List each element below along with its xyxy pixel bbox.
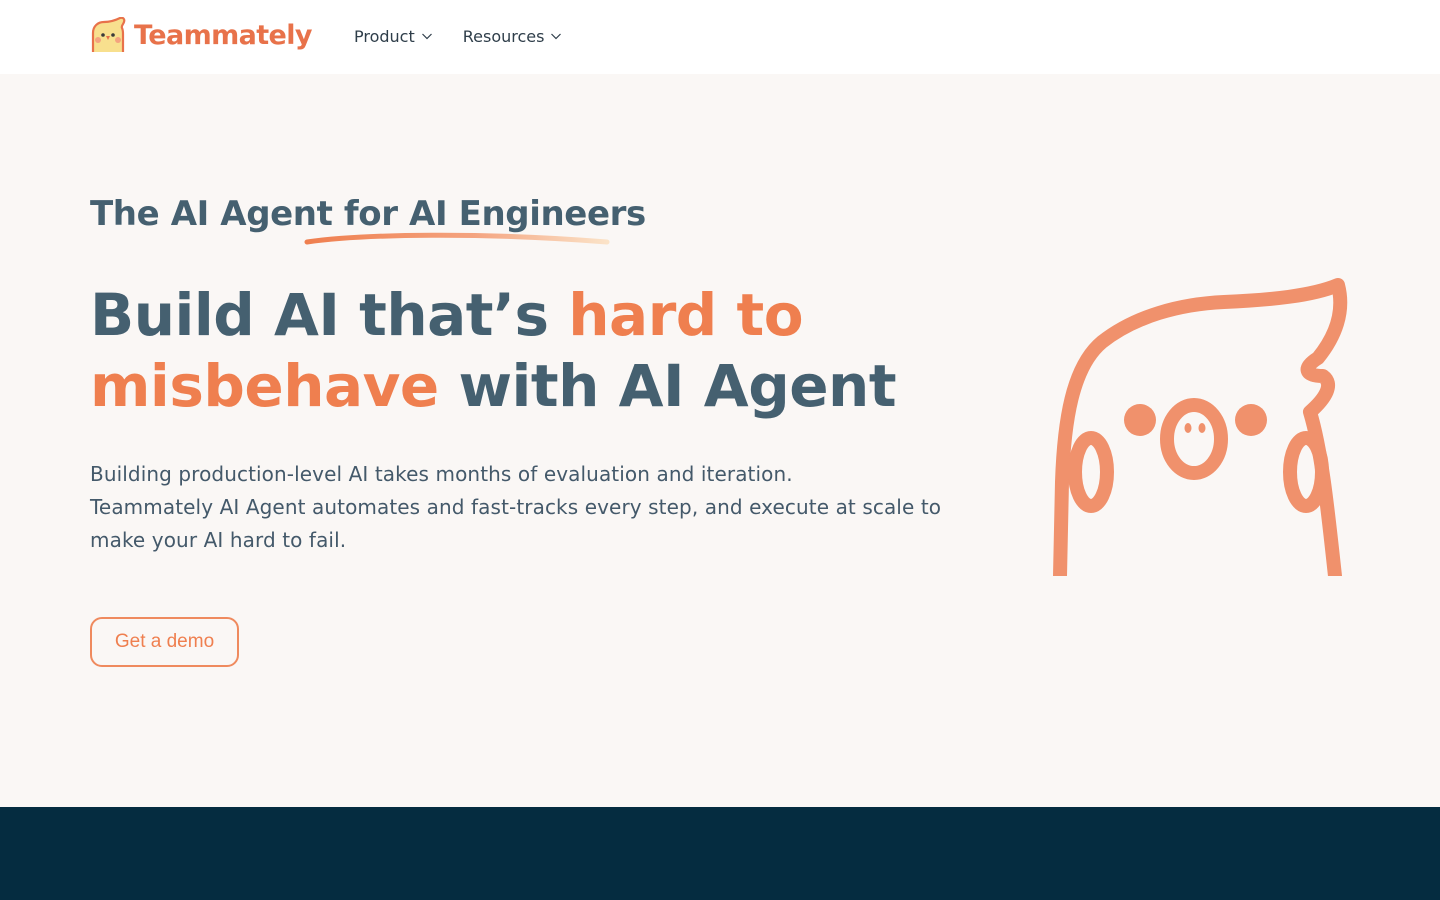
hero-title: Build AI that’s hard to misbehave with A… — [90, 280, 950, 422]
cockatiel-logo-icon — [91, 17, 126, 53]
title-accent-2: misbehave — [90, 352, 439, 420]
nav-resources[interactable]: Resources — [463, 24, 563, 48]
chevron-down-icon — [421, 33, 432, 40]
nav-product[interactable]: Product — [354, 24, 433, 48]
nav-product-label: Product — [354, 26, 415, 46]
main-nav: Product Resources — [354, 24, 592, 48]
description-line: Building production-level AI takes month… — [90, 462, 793, 486]
brand-logo[interactable]: Teammately — [90, 16, 313, 54]
brand-name: Teammately — [134, 19, 313, 51]
get-demo-button[interactable]: Get a demo — [90, 617, 239, 667]
title-accent-1: hard to — [568, 281, 804, 349]
nav-resources-label: Resources — [462, 26, 545, 46]
title-text-1: Build AI that’s — [90, 281, 569, 349]
underline-decoration — [304, 232, 610, 245]
chevron-down-icon — [551, 33, 562, 40]
title-text-2: with AI Agent — [438, 352, 897, 420]
site-header: Teammately Product Resources — [0, 0, 1440, 74]
description-line: make your AI hard to fail. — [90, 528, 347, 552]
hero-description: Building production-level AI takes month… — [90, 458, 970, 557]
cockatiel-mascot-icon — [1053, 278, 1348, 576]
description-line: Teammately AI Agent automates and fast-t… — [90, 495, 942, 519]
dark-section — [0, 807, 1440, 900]
